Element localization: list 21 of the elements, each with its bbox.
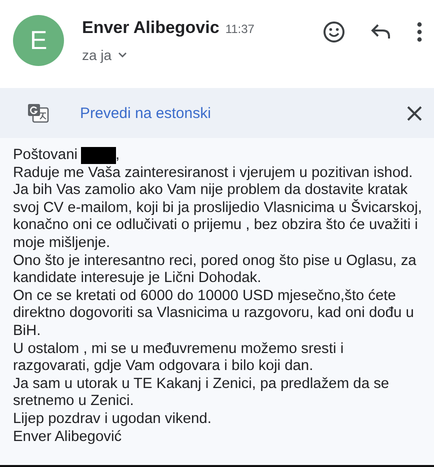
more-icon[interactable] (417, 22, 422, 42)
close-icon[interactable] (407, 106, 422, 120)
email-paragraph: U ostalom , mi se u međuvremenu možemo sresti i razgovarati, gdje Vam odgovara i bilo koji dan. (13, 340, 345, 376)
email-paragraph: Ja sam u utorak u TE Kakanj i Zenici, pa predlažem da se sretnemo u Zenici. (13, 376, 390, 411)
avatar: E (13, 14, 64, 66)
translate-icon[interactable] (27, 103, 49, 123)
chevron-icon[interactable] (118, 52, 127, 58)
reply-icon[interactable] (371, 24, 391, 40)
redaction-bar (80, 147, 116, 164)
email-paragraph: Lijep pozdrav i ugodan vikend. (13, 410, 212, 428)
greeting-comma: , (116, 147, 120, 165)
email-paragraph: Ono što je interesantno reci, pored onog što pise u Oglasu, za kandidate interesuje je Lični Dohodak. (13, 252, 418, 288)
emoji-icon[interactable] (323, 21, 345, 43)
email-paragraph: Enver Alibegović (13, 428, 123, 446)
email-paragraph: Ja bih Vas zamolio ako Vam nije problem da dostavite kratak svoj CV e-mailom, koji bi ja proslijedio Vlasnicima u Švicarskoj, konačno oni ce odlučivati o prijemu , bez obzira što će uvažiti i moje mišljenje. (13, 182, 423, 253)
email-paragraph: On ce se kretati od 6000 do 10000 USD mjesečno,što ćete direktno dogovoriti sa Vlasnicima u razgovoru, kad oni dođu u BiH. (13, 288, 415, 341)
greeting: Poštovani (13, 147, 78, 165)
time: 11:37 (225, 22, 254, 36)
email-paragraph: Raduje me Vaša zainteresiranost i vjerujem u pozitivan ishod. (13, 164, 414, 182)
recipient: za ja (82, 46, 112, 62)
sender-name: Enver Alibegovic (82, 18, 220, 38)
